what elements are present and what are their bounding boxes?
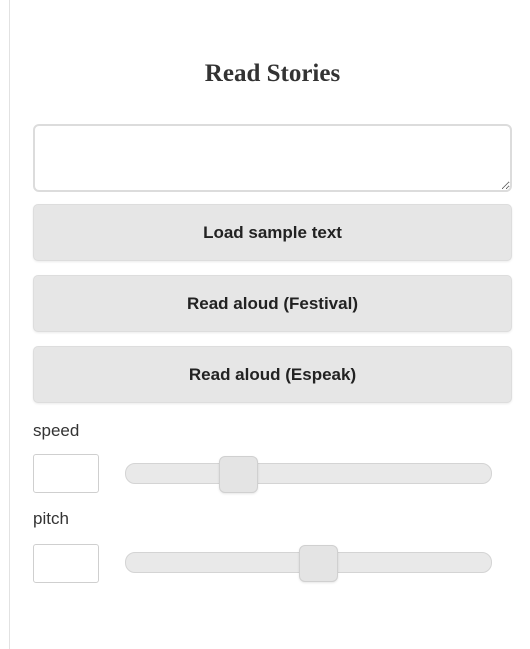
pitch-slider-thumb[interactable] [298, 545, 338, 582]
page-title: Read Stories [204, 60, 341, 87]
left-border-line [9, 0, 10, 649]
speed-label: speed [33, 421, 80, 440]
speed-slider-track[interactable] [125, 456, 492, 493]
load-sample-text-button[interactable]: Load sample text [33, 204, 512, 261]
pitch-value-input[interactable] [33, 544, 99, 583]
speed-value-input[interactable] [33, 454, 99, 493]
read-aloud-festival-button[interactable]: Read aloud (Festival) [33, 275, 512, 332]
pitch-label: pitch [33, 509, 69, 528]
read-aloud-espeak-button[interactable]: Read aloud (Espeak) [33, 346, 512, 403]
speed-slider-thumb[interactable] [219, 456, 258, 493]
pitch-slider-track[interactable] [125, 545, 492, 582]
story-text-input[interactable] [33, 124, 512, 192]
